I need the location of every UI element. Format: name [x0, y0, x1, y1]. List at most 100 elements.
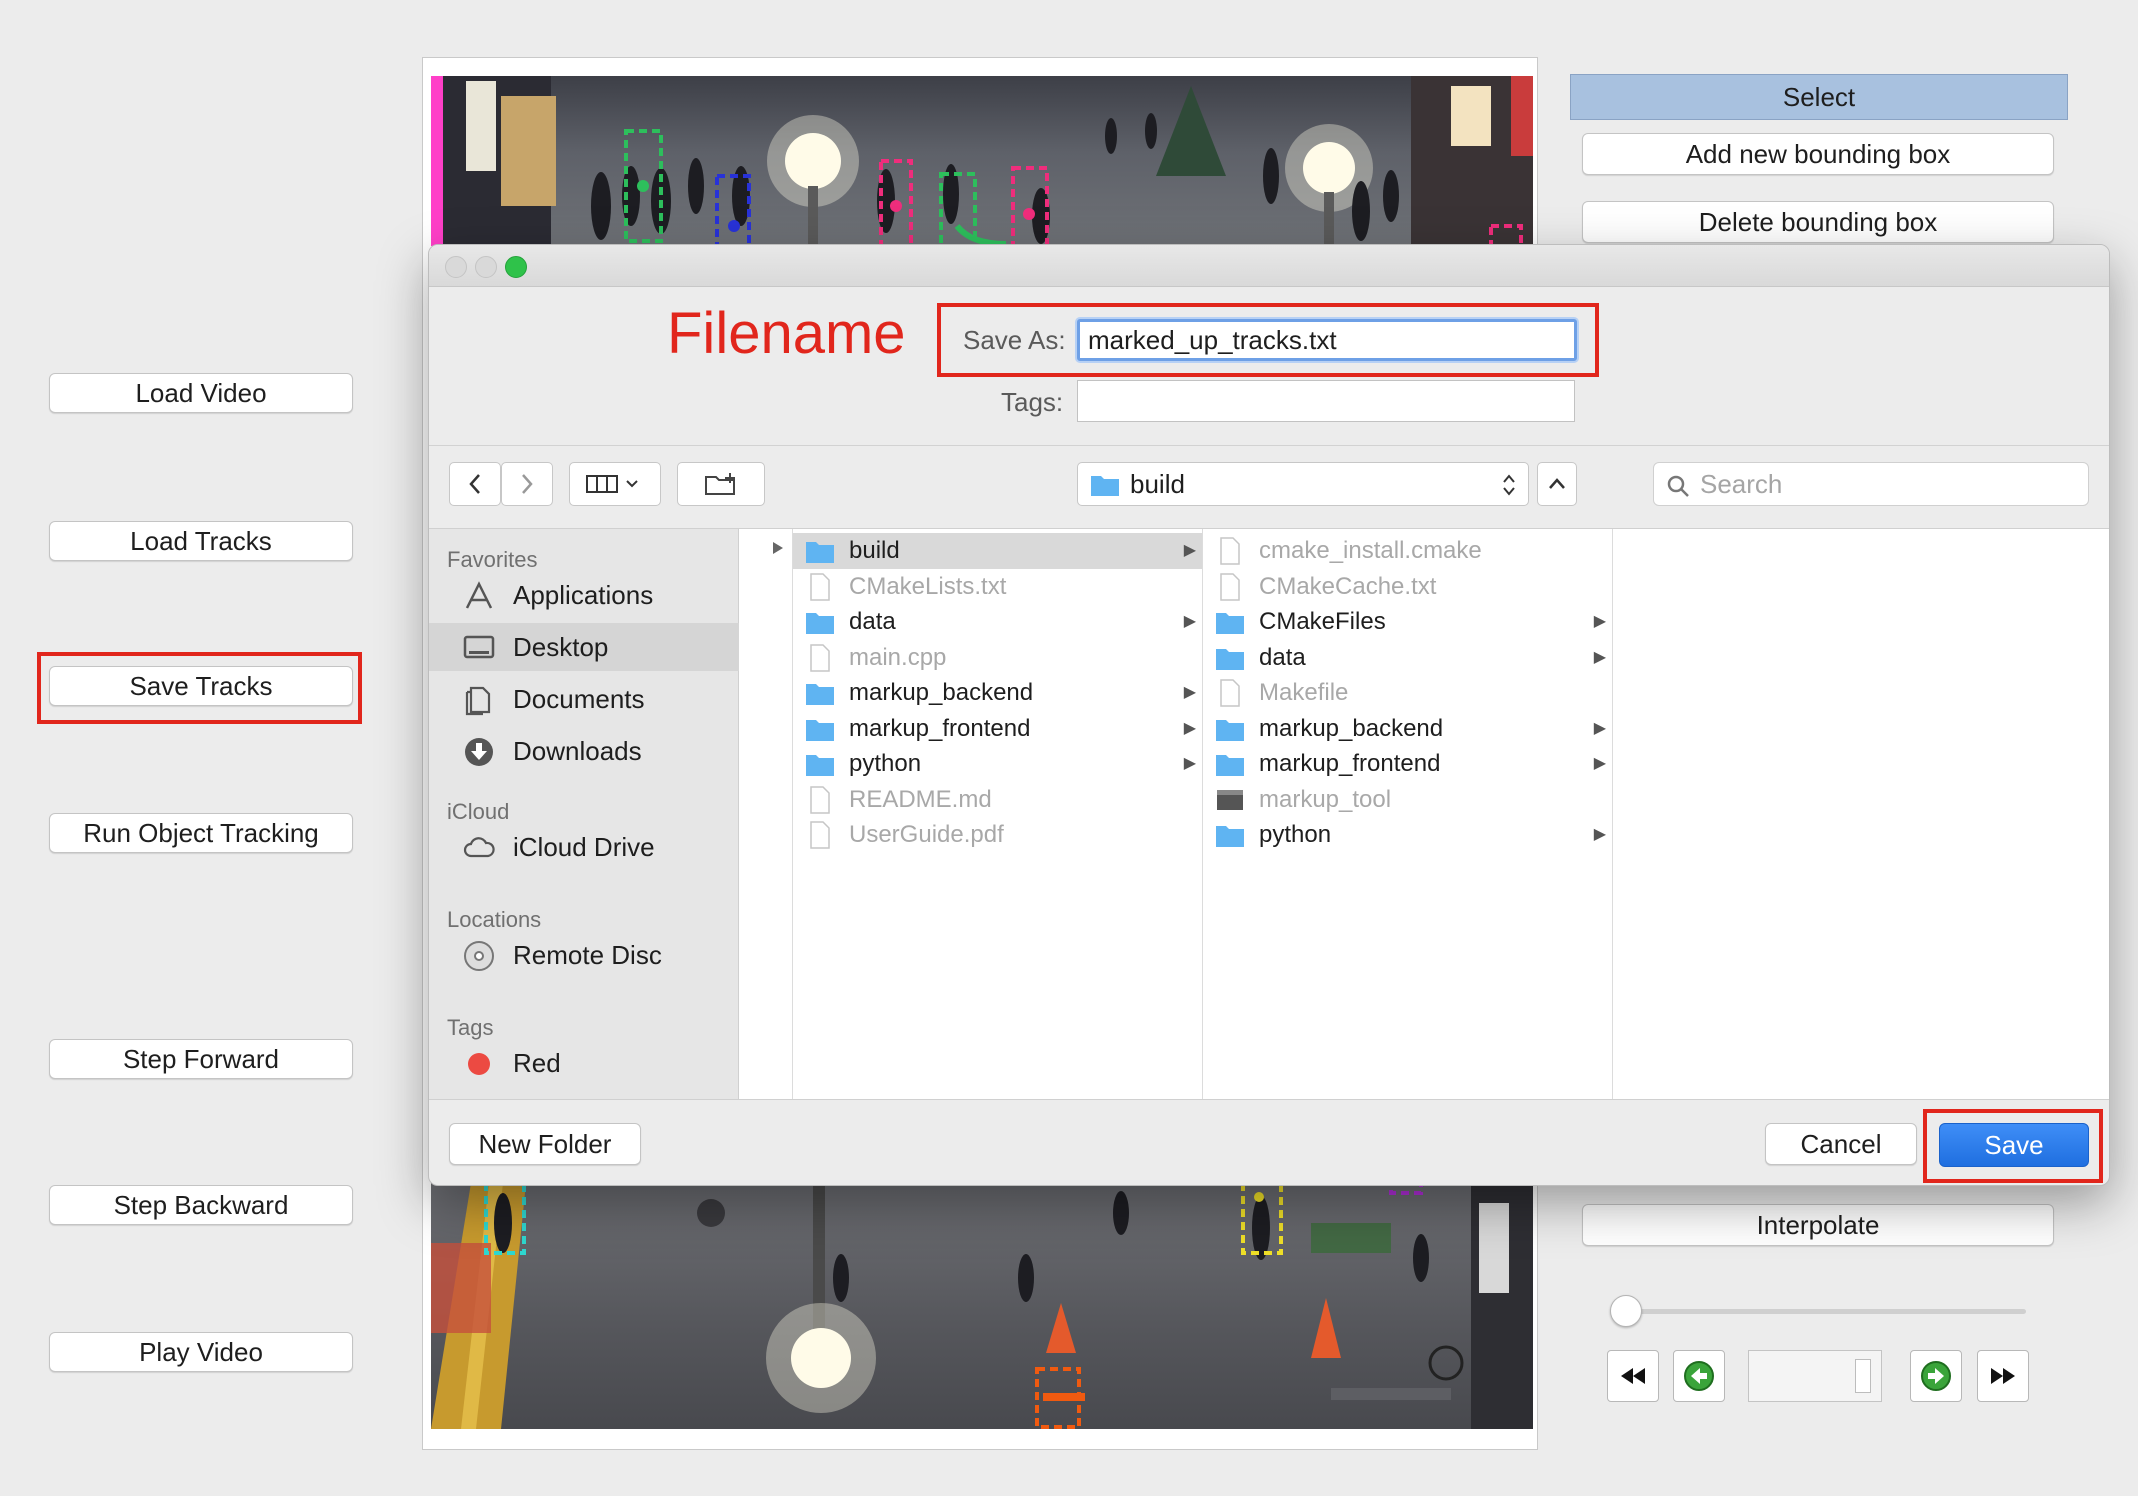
add-bounding-box-button[interactable]: Add new bounding box — [1582, 133, 2054, 175]
folder-icon — [806, 755, 834, 776]
row-label: Makefile — [1259, 679, 1349, 706]
file-row[interactable]: cmake_install.cmake — [1203, 533, 1612, 569]
arrow-right-circle-icon — [1921, 1361, 1951, 1391]
folder-row[interactable]: markup_backend ▶ — [793, 675, 1202, 711]
folder-icon — [1216, 613, 1244, 634]
file-row[interactable]: markup_tool — [1203, 782, 1612, 818]
select-mode-button[interactable]: Select — [1570, 74, 2068, 120]
play-video-button[interactable]: Play Video — [49, 1332, 353, 1372]
document-icon — [810, 785, 830, 814]
document-icon — [810, 821, 830, 849]
folder-row[interactable]: data ▶ — [1203, 640, 1612, 676]
frame-number-stepper[interactable] — [1855, 1359, 1871, 1393]
column-build[interactable]: cmake_install.cmake CMakeCache.txt CMakeFi… — [1203, 529, 1613, 1099]
sidebar-item-downloads[interactable]: Downloads — [429, 727, 739, 775]
load-video-button[interactable]: Load Video — [49, 373, 353, 413]
sidebar-item-documents[interactable]: Documents — [429, 675, 739, 723]
row-label: python — [849, 750, 922, 777]
path-label: build — [1130, 469, 1185, 499]
frame-slider-knob[interactable] — [1610, 1295, 1642, 1327]
delete-bounding-box-button[interactable]: Delete bounding box — [1582, 201, 2054, 243]
folder-row[interactable]: data ▶ — [793, 604, 1202, 640]
document-icon — [1220, 537, 1240, 565]
file-row[interactable]: Makefile — [1203, 675, 1612, 711]
sidebar-item-applications[interactable]: Applications — [429, 571, 739, 619]
sidebar: Favorites Applications Desktop Documents… — [429, 529, 739, 1099]
updown-chevron-icon — [1503, 474, 1515, 496]
row-label: markup_tool — [1259, 785, 1392, 813]
file-row[interactable]: CMakeLists.txt — [793, 569, 1202, 605]
sidebar-item-remote-disc[interactable]: Remote Disc — [429, 931, 739, 979]
new-folder-toolbar-button[interactable] — [677, 462, 765, 506]
save-as-label: Save As: — [963, 325, 1066, 355]
cloud-icon — [463, 837, 495, 858]
tags-label: Tags: — [1001, 387, 1064, 417]
chevron-right-icon — [522, 474, 533, 494]
frame-number-field[interactable] — [1748, 1350, 1882, 1402]
minimize-window-button[interactable] — [475, 256, 497, 278]
applications-icon — [465, 581, 493, 609]
row-label: data — [1259, 643, 1306, 671]
tags-input[interactable] — [1077, 380, 1575, 422]
folder-row[interactable]: python ▶ — [793, 746, 1202, 782]
file-row[interactable]: main.cpp — [793, 640, 1202, 676]
back-button[interactable] — [449, 462, 501, 506]
sidebar-item-icloud-drive[interactable]: iCloud Drive — [429, 823, 739, 871]
view-mode-button[interactable] — [569, 462, 661, 506]
folder-row[interactable]: CMakeFiles ▶ — [1203, 604, 1612, 640]
sidebar-heading-favorites: Favorites — [447, 547, 538, 572]
file-row[interactable]: README.md — [793, 782, 1202, 818]
frame-slider-track[interactable] — [1612, 1309, 2026, 1314]
previous-frame-button[interactable] — [1673, 1350, 1725, 1402]
row-label: cmake_install.cmake — [1259, 537, 1482, 564]
load-tracks-button[interactable]: Load Tracks — [49, 521, 353, 561]
save-as-input[interactable]: marked_up_tracks.txt — [1077, 319, 1577, 361]
sidebar-item-label: Desktop — [513, 632, 609, 662]
collapse-button[interactable] — [1537, 462, 1577, 506]
rewind-button[interactable] — [1607, 1350, 1659, 1402]
search-input[interactable]: Search — [1653, 462, 2089, 506]
row-label: markup_frontend — [849, 714, 1031, 742]
forward-button[interactable] — [501, 462, 553, 506]
folder-row[interactable]: markup_frontend ▶ — [793, 711, 1202, 747]
search-placeholder: Search — [1700, 469, 1783, 499]
folder-row[interactable]: python ▶ — [1203, 817, 1612, 853]
cancel-button[interactable]: Cancel — [1765, 1123, 1917, 1165]
folder-row[interactable]: build ▶ — [793, 533, 1202, 569]
chevron-up-icon — [1549, 478, 1565, 489]
disclosure-triangle-icon: ▶ — [1593, 719, 1606, 737]
step-forward-button[interactable]: Step Forward — [49, 1039, 353, 1079]
sidebar-item-label: Downloads — [513, 736, 642, 766]
row-label: data — [849, 608, 896, 635]
sidebar-item-tag-red[interactable]: Red — [429, 1039, 739, 1087]
column-root[interactable] — [739, 529, 793, 1099]
sidebar-item-desktop[interactable]: Desktop — [429, 623, 739, 671]
folder-row[interactable]: markup_frontend ▶ — [1203, 746, 1612, 782]
folder-icon — [1216, 826, 1244, 847]
step-backward-button[interactable]: Step Backward — [49, 1185, 353, 1225]
folder-row[interactable]: markup_backend ▶ — [1203, 711, 1612, 747]
video-frame-image-bottom — [431, 1183, 1533, 1429]
column-preview — [1613, 529, 2109, 1099]
zoom-window-button[interactable] — [505, 256, 527, 278]
sidebar-heading-icloud: iCloud — [447, 799, 510, 824]
row-label: build — [849, 537, 900, 564]
column-project[interactable]: build ▶ CMakeLists.txt data ▶ main.cpp markup_… — [793, 529, 1203, 1099]
file-row[interactable]: UserGuide.pdf — [793, 817, 1202, 853]
interpolate-button[interactable]: Interpolate — [1582, 1204, 2054, 1246]
disclosure-triangle-icon: ▶ — [1183, 542, 1196, 559]
disclosure-triangle-icon: ▶ — [1593, 613, 1606, 630]
close-window-button[interactable] — [445, 256, 467, 278]
disc-icon — [464, 941, 494, 971]
row-label: CMakeLists.txt — [849, 572, 1007, 600]
run-object-tracking-button[interactable]: Run Object Tracking — [49, 813, 353, 853]
row-label: python — [1259, 821, 1332, 848]
next-frame-button[interactable] — [1910, 1350, 1962, 1402]
save-button-highlight — [1923, 1109, 2103, 1183]
disclosure-triangle-icon — [773, 542, 783, 554]
new-folder-button[interactable]: New Folder — [449, 1123, 641, 1165]
fast-forward-button[interactable] — [1977, 1350, 2029, 1402]
file-row[interactable]: CMakeCache.txt — [1203, 569, 1612, 605]
disclosure-triangle-icon: ▶ — [1183, 684, 1196, 701]
path-popup[interactable]: build — [1077, 462, 1529, 506]
